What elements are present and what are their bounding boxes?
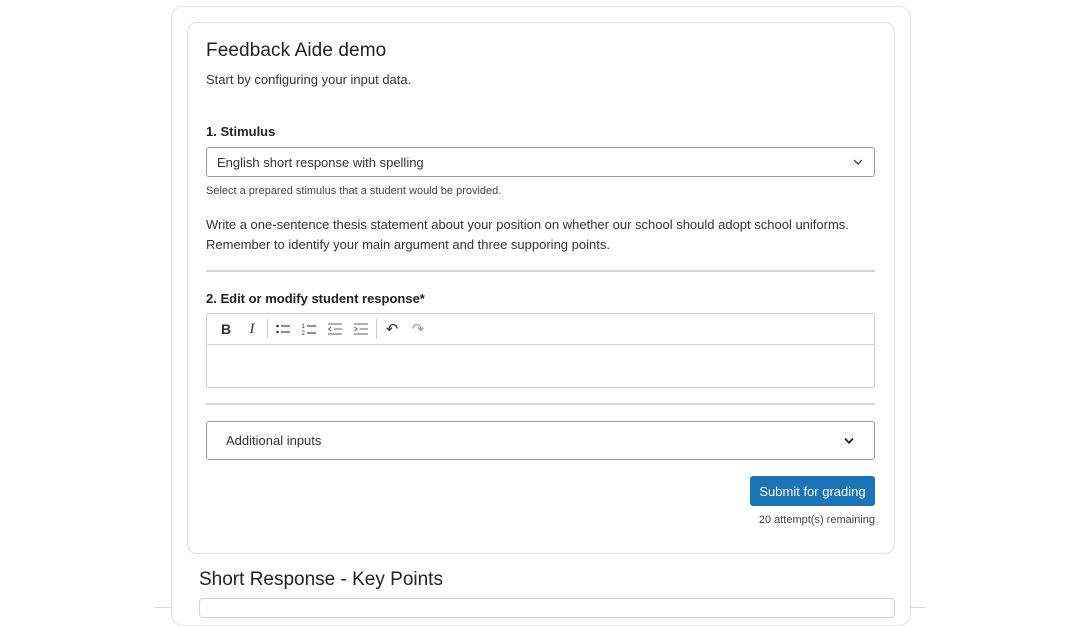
additional-inputs-label: Additional inputs (226, 433, 322, 448)
key-points-title: Short Response - Key Points (199, 569, 443, 590)
additional-inputs-accordion[interactable]: Additional inputs (206, 421, 875, 460)
stimulus-select[interactable]: English short response with spelling (206, 147, 875, 177)
toolbar-separator (376, 319, 377, 339)
indent-button[interactable] (348, 317, 374, 341)
svg-text:2: 2 (302, 331, 306, 336)
italic-button[interactable]: I (239, 317, 265, 341)
numbered-list-button[interactable]: 1 2 (296, 317, 322, 341)
bold-icon: B (220, 321, 232, 337)
divider (206, 270, 875, 272)
indent-icon (354, 323, 368, 335)
undo-button[interactable]: ↶ (379, 317, 405, 341)
demo-subtitle: Start by configuring your input data. (206, 72, 412, 87)
bullet-list-button[interactable] (270, 317, 296, 341)
submit-for-grading-button[interactable]: Submit for grading (750, 476, 875, 506)
bullet-list-icon (276, 324, 290, 334)
stimulus-prompt-line: Remember to identify your main argument … (206, 237, 610, 252)
chevron-down-icon (853, 159, 863, 165)
stimulus-label: 1. Stimulus (206, 124, 276, 139)
editor-toolbar: B I 1 2 ↶ ↷ (207, 314, 874, 345)
numbered-list-icon: 1 2 (302, 324, 316, 336)
outdent-icon (327, 323, 342, 335)
key-points-panel (199, 598, 895, 618)
italic-icon: I (249, 320, 255, 337)
attempts-remaining: 20 attempt(s) remaining (758, 514, 875, 526)
undo-icon: ↶ (385, 321, 399, 338)
demo-title: Feedback Aide demo (206, 40, 387, 61)
divider (206, 403, 875, 405)
redo-icon: ↷ (411, 321, 425, 338)
toolbar-separator (267, 319, 268, 339)
stimulus-prompt: Write a one-sentence thesis statement ab… (206, 215, 876, 255)
stimulus-helper-text: Select a prepared stimulus that a studen… (206, 185, 502, 197)
demo-config-card (187, 22, 895, 554)
bold-button[interactable]: B (213, 317, 239, 341)
redo-button[interactable]: ↷ (405, 317, 431, 341)
svg-text:1: 1 (302, 324, 306, 330)
stimulus-prompt-line: Write a one-sentence thesis statement ab… (206, 217, 849, 232)
stimulus-select-value: English short response with spelling (217, 154, 424, 170)
chevron-down-icon (844, 438, 854, 444)
student-response-editor[interactable]: B I 1 2 ↶ ↷ (206, 313, 875, 388)
response-textarea[interactable] (207, 345, 874, 387)
response-label: 2. Edit or modify student response* (206, 291, 425, 306)
outdent-button[interactable] (322, 317, 348, 341)
